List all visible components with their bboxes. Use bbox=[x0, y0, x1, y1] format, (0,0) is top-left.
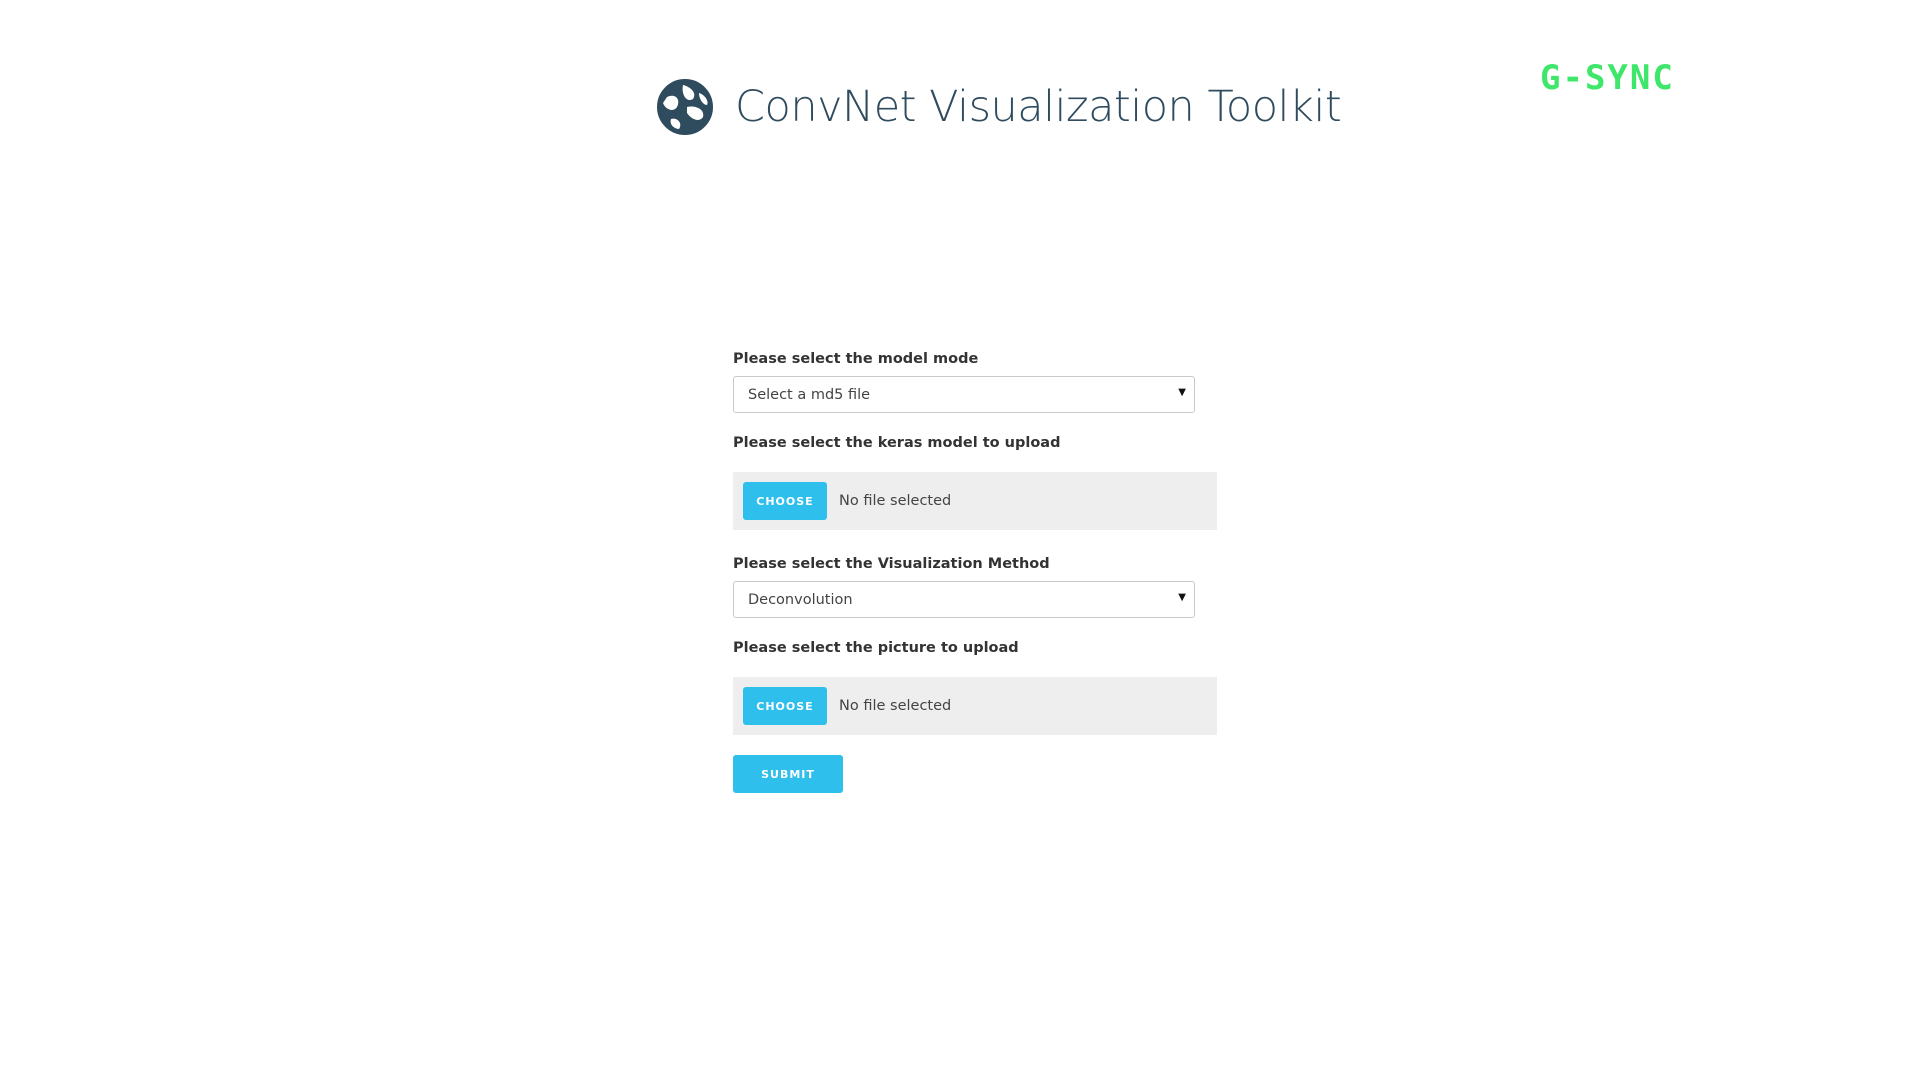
vis-method-select[interactable]: Deconvolution ▼ bbox=[733, 581, 1195, 618]
picture-file-picker: CHOOSE No file selected bbox=[733, 677, 1217, 735]
picture-upload-label: Please select the picture to upload bbox=[733, 640, 1019, 656]
picture-choose-button[interactable]: CHOOSE bbox=[743, 687, 827, 725]
vis-method-label: Please select the Visualization Method bbox=[733, 556, 1050, 572]
caret-down-icon: ▼ bbox=[1178, 387, 1186, 398]
model-mode-value: Select a md5 file bbox=[748, 386, 871, 403]
page: ConvNet Visualization Toolkit G-SYNC Ple… bbox=[0, 0, 1920, 1080]
upload-form: Please select the model mode Select a md… bbox=[733, 350, 1217, 793]
model-mode-select[interactable]: Select a md5 file ▼ bbox=[733, 376, 1195, 413]
model-mode-label: Please select the model mode bbox=[733, 351, 979, 367]
caret-down-icon: ▼ bbox=[1178, 592, 1186, 603]
header: ConvNet Visualization Toolkit bbox=[657, 78, 1342, 136]
page-title: ConvNet Visualization Toolkit bbox=[735, 82, 1342, 132]
keras-file-picker: CHOOSE No file selected bbox=[733, 472, 1217, 530]
keras-file-status: No file selected bbox=[839, 493, 952, 509]
keras-choose-button[interactable]: CHOOSE bbox=[743, 482, 827, 520]
globe-icon bbox=[657, 79, 713, 135]
keras-upload-label: Please select the keras model to upload bbox=[733, 435, 1061, 451]
vis-method-value: Deconvolution bbox=[748, 591, 853, 608]
picture-file-status: No file selected bbox=[839, 698, 952, 714]
submit-button[interactable]: SUBMIT bbox=[733, 755, 843, 793]
gsync-badge: G-SYNC bbox=[1540, 58, 1675, 98]
